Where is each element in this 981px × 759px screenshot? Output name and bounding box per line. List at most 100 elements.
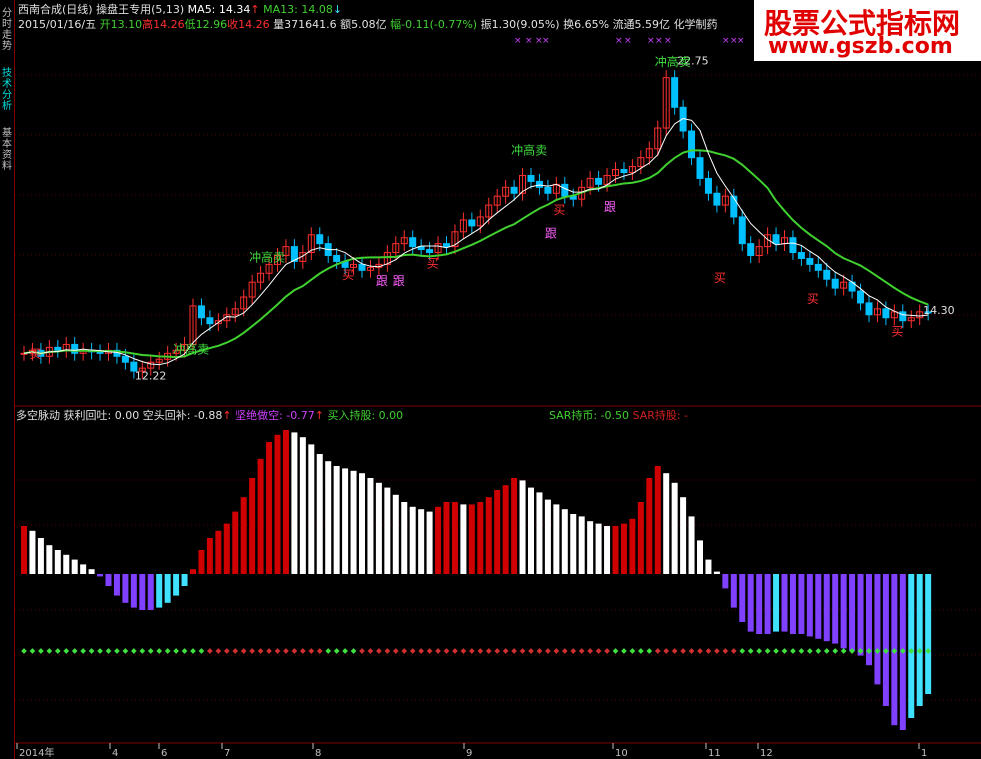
marker-x: ×: [722, 36, 730, 46]
x-axis-label: 12: [760, 748, 773, 759]
sar-dot: [232, 648, 239, 654]
sar-dot: [409, 648, 416, 654]
indicator-bar: [122, 574, 129, 603]
indicator-bar: [342, 468, 349, 574]
sar-dot: [722, 648, 729, 654]
indicator-bar: [198, 550, 205, 574]
sar-dot: [823, 648, 830, 654]
sar-hold: SAR持股: -: [632, 409, 689, 422]
indicator-bar: [443, 502, 450, 574]
indicator-bar: [88, 569, 95, 574]
signal-buy-label: 买: [807, 292, 819, 306]
indicator-bar: [595, 523, 602, 574]
sar-dot: [384, 648, 391, 654]
indicator-bar: [105, 574, 112, 586]
candle-body: [831, 278, 839, 289]
sar-dot: [477, 648, 484, 654]
sar-dot: [629, 648, 636, 654]
candle-body: [316, 234, 324, 245]
x-axis-label: 7: [224, 748, 230, 759]
candle-body: [595, 177, 603, 185]
candle-body: [409, 237, 417, 248]
indicator-bar: [671, 482, 678, 574]
sar-dot: [97, 648, 103, 654]
indicator-bar: [705, 559, 712, 574]
chart-canvas[interactable]: 22.7512.2214.30冲高卖冲高卖冲高卖冲高卖买买跟跟买买跟跟买买买× ×…: [15, 0, 981, 759]
indicator-bar: [511, 478, 518, 574]
signal-buy-label: 买: [29, 347, 41, 361]
candle-body: [882, 308, 890, 319]
marker-x: ×: [615, 36, 623, 46]
indicator-bar: [925, 574, 932, 694]
signal-sell-label: 冲高卖: [173, 341, 209, 356]
indicator-bar: [181, 574, 188, 586]
indicator-bar: [620, 523, 627, 574]
indicator-bar: [232, 511, 239, 574]
indicator-bar: [240, 497, 247, 574]
change: 幅-0.11(-0.77%): [390, 18, 478, 31]
indicator-bar: [37, 538, 44, 574]
candle-body: [704, 177, 712, 194]
sar-dot: [418, 648, 424, 654]
candle-body: [772, 234, 780, 245]
sar-dot: [139, 648, 146, 654]
sar-dot: [485, 648, 492, 654]
sar-dot: [469, 648, 475, 654]
indicator-bar: [384, 487, 391, 574]
indicator-bar: [308, 444, 315, 574]
indicator-bar: [747, 574, 754, 632]
candle-body: [814, 263, 822, 271]
indicator-bar: [789, 574, 796, 634]
indicator-bar: [460, 504, 467, 574]
tab-realtime[interactable]: 分时走势: [0, 8, 14, 52]
indicator-bar: [587, 521, 594, 574]
tab-technical-analysis[interactable]: 技术分析: [0, 68, 14, 112]
high: 高14.26: [142, 18, 185, 31]
indicator-bar: [325, 461, 332, 574]
signal-follow-label: 跟: [376, 274, 388, 288]
indicator-bar: [130, 574, 137, 608]
candle-body: [121, 355, 129, 363]
indicator-bar: [494, 490, 501, 574]
candle-body: [823, 269, 831, 280]
sar-dot: [697, 648, 703, 654]
sar-dot: [730, 648, 737, 654]
indicator-bar: [908, 574, 915, 718]
sar-dot: [511, 648, 517, 654]
indicator-header: 多空脉动 获利回吐: 0.00 空头回补: -0.88↑ 坚绝做空: -0.77…: [16, 409, 404, 422]
sar-dot: [739, 648, 746, 654]
volume: 量371641.6: [273, 18, 337, 31]
indicator-bar: [916, 574, 923, 706]
candle-body: [620, 169, 628, 174]
indicator-bar: [401, 502, 408, 574]
signal-buy-label: 买: [553, 203, 565, 217]
sector: 化学制药: [673, 18, 718, 31]
sar-dot: [595, 648, 602, 654]
sar-dot: [223, 648, 230, 654]
short-value: 坚绝做空: -0.77: [235, 409, 315, 422]
indicator-bar: [646, 478, 653, 574]
indicator-bar: [266, 442, 273, 574]
marker-x: ×: [542, 36, 550, 46]
indicator-bar: [215, 530, 222, 574]
indicator-bar: [815, 574, 822, 639]
indicator-bar: [164, 574, 171, 603]
sar-dot: [435, 648, 441, 654]
ma5-label: MA5: 14.34: [187, 3, 251, 16]
sar-dot: [325, 648, 332, 654]
indicator-bar: [409, 506, 416, 574]
header-line1: 西南合成(日线) 操盘王专用(5,13) MA5: 14.34↑ MA13: 1…: [18, 3, 343, 16]
sar-dot: [54, 648, 61, 654]
sar-dot: [401, 648, 408, 654]
indicator-bar: [139, 574, 146, 610]
sar-dot: [367, 648, 374, 654]
float-value: 流通5.59亿: [612, 18, 671, 31]
indicator-bar: [333, 466, 340, 574]
indicator-bar: [477, 502, 484, 574]
sar-dot: [240, 648, 247, 654]
sar-dot: [764, 648, 771, 654]
sar-dot: [502, 648, 509, 654]
sar-dot: [114, 648, 120, 654]
indicator-bar: [756, 574, 763, 634]
tab-fundamentals[interactable]: 基本资料: [0, 128, 14, 172]
